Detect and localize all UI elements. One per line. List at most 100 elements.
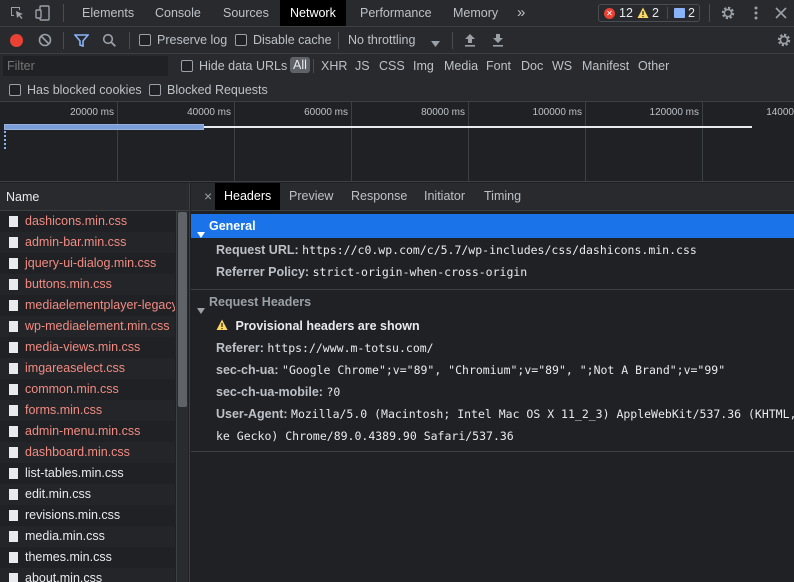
filter-icon[interactable] (73, 33, 90, 48)
expand-triangle-icon (197, 299, 205, 314)
name-column-header[interactable]: Name (0, 183, 189, 211)
disable-cache-checkbox[interactable] (235, 34, 247, 46)
filter-bar-secondary: Has blocked cookies Blocked Requests (0, 78, 794, 102)
request-row[interactable]: wp-mediaelement.min.css (0, 316, 175, 337)
filter-type-js[interactable]: JS (355, 59, 370, 73)
tab-headers[interactable]: Headers (215, 183, 281, 210)
request-list: Name dashicons.min.css admin-bar.min.css j… (0, 183, 190, 582)
request-row[interactable]: common.min.css (0, 379, 175, 400)
file-icon (9, 258, 18, 269)
request-row[interactable]: dashboard.min.css (0, 442, 175, 463)
filter-type-media[interactable]: Media (444, 59, 478, 73)
message-count: 2 (688, 6, 695, 20)
dropdown-arrow-icon[interactable] (431, 37, 440, 47)
filter-bar: Hide data URLs All XHR JS CSS Img Media … (0, 54, 794, 78)
provisional-headers-text: Provisional headers are shown (235, 319, 420, 333)
has-blocked-cookies-label: Has blocked cookies (27, 83, 142, 97)
user-agent-value: Mozilla/5.0 (Macintosh; Intel Mac OS X 1… (291, 407, 794, 421)
device-toolbar-icon[interactable] (35, 5, 51, 21)
tab-elements[interactable]: Elements (72, 0, 144, 26)
referer-value: https://www.m-totsu.com/ (267, 341, 434, 355)
export-har-icon[interactable] (492, 33, 504, 47)
file-icon (9, 216, 18, 227)
request-name: forms.min.css (25, 403, 103, 417)
settings-gear-icon[interactable] (720, 5, 736, 21)
filter-type-manifest[interactable]: Manifest (582, 59, 629, 73)
tab-preview[interactable]: Preview (280, 183, 342, 210)
tab-network[interactable]: Network (280, 0, 346, 26)
file-icon (9, 426, 18, 437)
overview-tick: 20000 ms (70, 107, 114, 118)
overview-tick: 40000 ms (187, 107, 231, 118)
request-rows: dashicons.min.css admin-bar.min.css jquery… (0, 211, 189, 582)
request-headers-section-header[interactable]: Request Headers (191, 290, 794, 314)
filter-type-xhr[interactable]: XHR (321, 59, 347, 73)
file-icon (9, 468, 18, 479)
issues-counter[interactable]: ✕ 12 2 2 (598, 4, 700, 22)
preserve-log-label: Preserve log (157, 33, 228, 47)
request-row[interactable]: media-views.min.css (0, 337, 175, 358)
request-row[interactable]: imgareaselect.css (0, 358, 175, 379)
sec-ch-ua-key: sec-ch-ua: (216, 363, 279, 377)
overview-tick: 14000 (766, 107, 794, 118)
request-row[interactable]: themes.min.css (0, 547, 175, 568)
request-row[interactable]: about.min.css (0, 568, 175, 582)
inspect-element-icon[interactable] (9, 5, 25, 21)
tab-performance[interactable]: Performance (350, 0, 442, 26)
filter-type-all[interactable]: All (290, 57, 310, 73)
user-agent-row: User-Agent: Mozilla/5.0 (Macintosh; Inte… (216, 407, 794, 421)
filter-type-img[interactable]: Img (413, 59, 434, 73)
preserve-log-checkbox[interactable] (139, 34, 151, 46)
filter-type-ws[interactable]: WS (552, 59, 572, 73)
request-row[interactable]: edit.min.css (0, 484, 175, 505)
blocked-requests-checkbox[interactable] (149, 84, 161, 96)
error-count: 12 (619, 6, 633, 20)
request-row[interactable]: forms.min.css (0, 400, 175, 421)
sec-ch-ua-mobile-value: ?0 (326, 385, 341, 399)
tab-timing[interactable]: Timing (475, 183, 530, 210)
record-icon[interactable] (10, 34, 23, 47)
tab-memory[interactable]: Memory (443, 0, 508, 26)
sec-ch-ua-mobile-key: sec-ch-ua-mobile: (216, 385, 323, 399)
filter-type-css[interactable]: CSS (379, 59, 405, 73)
tab-initiator[interactable]: Initiator (415, 183, 474, 210)
filter-type-doc[interactable]: Doc (521, 59, 543, 73)
request-row[interactable]: admin-bar.min.css (0, 232, 175, 253)
kebab-menu-icon[interactable] (750, 5, 762, 21)
network-settings-gear-icon[interactable] (776, 32, 792, 48)
throttling-select[interactable]: No throttling (348, 33, 415, 47)
overview-waterfall-bar (4, 124, 204, 130)
more-tabs-button[interactable]: » (507, 0, 535, 26)
request-row[interactable]: mediaelementplayer-legacy. (0, 295, 175, 316)
sec-ch-ua-mobile-row: sec-ch-ua-mobile: ?0 (216, 385, 340, 399)
request-row[interactable]: buttons.min.css (0, 274, 175, 295)
filter-type-other[interactable]: Other (638, 59, 669, 73)
tab-console[interactable]: Console (145, 0, 211, 26)
search-icon[interactable] (102, 33, 117, 48)
file-icon (9, 531, 18, 542)
has-blocked-cookies-checkbox[interactable] (9, 84, 21, 96)
tab-sources[interactable]: Sources (213, 0, 279, 26)
hide-data-urls-checkbox[interactable] (181, 60, 193, 72)
filter-input[interactable] (3, 56, 168, 76)
user-agent-continuation: ke Gecko) Chrome/89.0.4389.90 Safari/537… (216, 429, 514, 443)
request-row[interactable]: admin-menu.min.css (0, 421, 175, 442)
detail-tabs: × Headers Preview Response Initiator Tim… (191, 183, 794, 211)
request-row[interactable]: revisions.min.css (0, 505, 175, 526)
message-icon (674, 8, 685, 18)
request-url-key: Request URL: (216, 243, 299, 257)
clear-icon[interactable] (38, 33, 52, 47)
close-devtools-icon[interactable] (774, 5, 788, 21)
import-har-icon[interactable] (464, 33, 476, 47)
scrollbar-thumb[interactable] (178, 212, 187, 407)
request-row[interactable]: jquery-ui-dialog.min.css (0, 253, 175, 274)
file-icon (9, 300, 18, 311)
request-row[interactable]: media.min.css (0, 526, 175, 547)
request-row[interactable]: list-tables.min.css (0, 463, 175, 484)
general-title: General (209, 219, 256, 233)
request-row[interactable]: dashicons.min.css (0, 211, 175, 232)
tab-response[interactable]: Response (342, 183, 416, 210)
network-overview[interactable]: 20000 ms 40000 ms 60000 ms 80000 ms 1000… (0, 102, 794, 182)
general-section-header[interactable]: General (191, 214, 794, 238)
filter-type-font[interactable]: Font (486, 59, 511, 73)
